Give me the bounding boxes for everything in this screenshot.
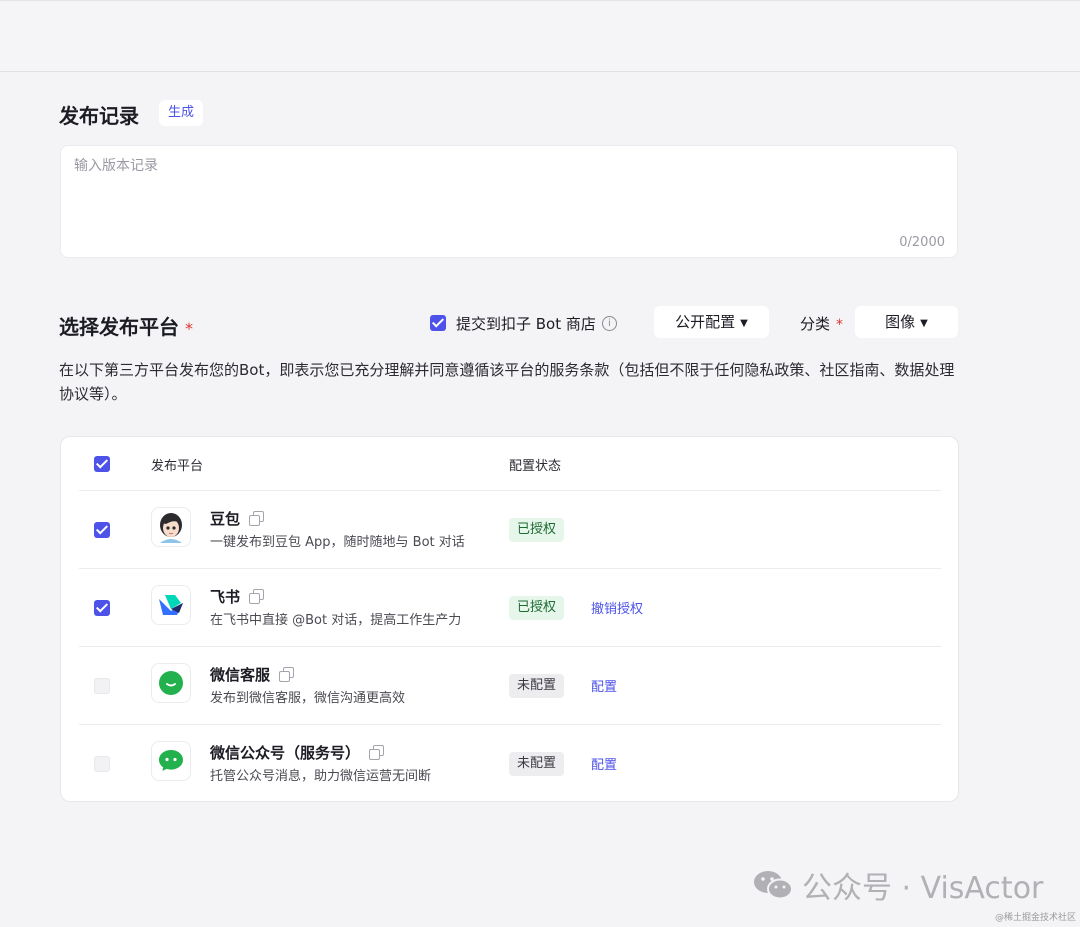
platform-name: 飞书	[210, 586, 265, 607]
platform-name: 微信公众号（服务号）	[210, 742, 385, 763]
status-badge: 未配置	[509, 752, 565, 776]
category-label: 分类 *	[800, 313, 843, 334]
top-bar	[0, 0, 1080, 72]
table-header: 发布平台 配置状态	[61, 437, 958, 491]
watermark-small: @稀土掘金技术社区	[994, 913, 1076, 923]
platform-name: 微信客服	[210, 664, 295, 685]
revoke-auth-link[interactable]: 撤销授权	[591, 598, 643, 617]
release-notes-placeholder: 输入版本记录	[74, 158, 158, 174]
column-header-platform: 发布平台	[151, 459, 204, 474]
configure-link[interactable]: 配置	[591, 676, 617, 695]
copy-icon[interactable]	[249, 589, 265, 604]
copy-icon[interactable]	[369, 745, 385, 760]
platform-name-text: 飞书	[210, 588, 241, 606]
char-counter: 0/2000	[899, 235, 945, 250]
store-submit-checkbox[interactable]	[430, 315, 446, 331]
platform-desc: 发布到微信客服，微信沟通更高效	[210, 691, 406, 706]
table-row: 微信公众号（服务号） 托管公众号消息，助力微信运营无间断 未配置 配置	[79, 724, 941, 803]
category-required-mark: *	[836, 317, 844, 333]
feishu-logo-icon	[151, 585, 191, 625]
terms-notice: 在以下第三方平台发布您的Bot，即表示您已充分理解并同意遵循该平台的服务条款（包…	[59, 361, 955, 403]
info-icon[interactable]: i	[601, 315, 617, 331]
platform-select-title-text: 选择发布平台	[59, 315, 179, 339]
watermark-text: 公众号 · VisActor	[802, 871, 1044, 906]
platform-name: 豆包	[210, 508, 265, 529]
category-label-text: 分类	[800, 315, 831, 333]
generate-button[interactable]: 生成	[159, 100, 204, 126]
copy-icon[interactable]	[249, 511, 265, 526]
caret-down-icon: ▼	[740, 318, 748, 329]
row-checkbox[interactable]	[94, 522, 110, 538]
row-checkbox[interactable]	[94, 756, 110, 772]
platform-name-text: 微信公众号（服务号）	[210, 744, 361, 762]
platform-name-text: 微信客服	[210, 666, 271, 684]
platform-desc: 托管公众号消息，助力微信运营无间断	[210, 769, 432, 784]
doubao-avatar-icon	[151, 507, 191, 547]
platform-table: 发布平台 配置状态 豆包 一键发布到豆包 App，随时随地与 Bot 对话 已授…	[60, 436, 959, 802]
platform-name-text: 豆包	[210, 510, 241, 528]
row-checkbox[interactable]	[94, 600, 110, 616]
platform-select-title: 选择发布平台 *	[59, 311, 193, 340]
wechat-icon	[754, 871, 793, 900]
store-submit-option[interactable]: 提交到扣子 Bot 商店 i	[430, 313, 617, 333]
caret-down-icon: ▼	[920, 318, 928, 329]
category-dropdown-label: 图像	[885, 313, 916, 331]
platform-desc: 在飞书中直接 @Bot 对话，提高工作生产力	[210, 613, 462, 628]
watermark: 公众号 · VisActor	[752, 863, 1043, 907]
visibility-dropdown[interactable]: 公开配置 ▼	[654, 306, 769, 338]
row-checkbox[interactable]	[94, 678, 110, 694]
visibility-dropdown-label: 公开配置	[675, 313, 736, 331]
status-badge: 未配置	[509, 674, 565, 698]
copy-icon[interactable]	[279, 667, 295, 682]
select-all-checkbox[interactable]	[94, 456, 110, 472]
store-submit-label: 提交到扣子 Bot 商店	[456, 314, 596, 333]
column-header-status: 配置状态	[509, 459, 562, 474]
release-notes-title: 发布记录	[59, 104, 139, 128]
platform-desc: 一键发布到豆包 App，随时随地与 Bot 对话	[210, 535, 465, 550]
wechat-official-icon	[151, 741, 191, 781]
category-dropdown[interactable]: 图像 ▼	[855, 306, 958, 338]
required-mark: *	[185, 319, 193, 338]
table-row: 豆包 一键发布到豆包 App，随时随地与 Bot 对话 已授权	[79, 490, 941, 569]
table-row: 微信客服 发布到微信客服，微信沟通更高效 未配置 配置	[79, 646, 941, 725]
release-notes-textarea[interactable]: 输入版本记录 0/2000	[60, 145, 958, 258]
wechat-service-icon	[151, 663, 191, 703]
status-badge: 已授权	[509, 596, 565, 620]
table-row: 飞书 在飞书中直接 @Bot 对话，提高工作生产力 已授权 撤销授权	[79, 568, 941, 647]
status-badge: 已授权	[509, 518, 565, 542]
configure-link[interactable]: 配置	[591, 754, 617, 773]
